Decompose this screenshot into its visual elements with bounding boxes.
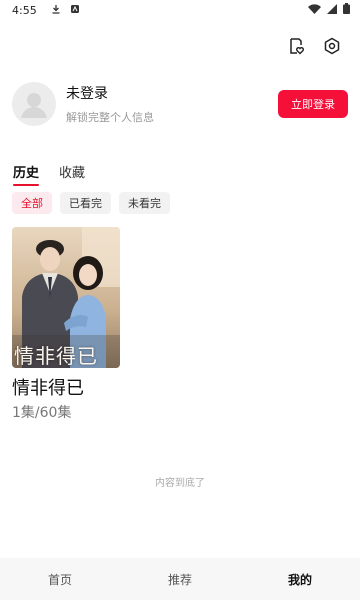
settings-hex-icon[interactable] [322,36,342,56]
status-time: 4:55 [12,3,37,17]
episode-progress: 1集/60集 [12,405,72,421]
avatar[interactable] [12,82,56,126]
download-icon [51,4,61,17]
tab-history[interactable]: 历史 [13,162,40,186]
filter-chips: 全部 已看完 未看完 [12,192,170,214]
profile-name[interactable]: 未登录 [66,83,154,103]
filter-finished[interactable]: 已看完 [60,192,111,214]
profile-section: 未登录 解锁完整个人信息 立即登录 [12,80,348,128]
login-button[interactable]: 立即登录 [278,90,348,118]
wifi-icon [308,3,321,17]
status-bar: 4:55 [0,0,360,20]
filter-unfinished[interactable]: 未看完 [119,192,170,214]
history-card[interactable]: 情非得已 1集/60集 [12,227,120,422]
poster-lettering: 情非得已 [14,344,98,368]
battery-icon [343,3,350,17]
filter-all[interactable]: 全部 [12,192,52,214]
app-notification-icon [70,4,80,17]
profile-subtitle: 解锁完整个人信息 [66,111,154,124]
bottom-nav: 首页 推荐 我的 [0,558,360,600]
history-heart-icon[interactable] [286,36,306,56]
nav-mine[interactable]: 我的 [240,558,360,600]
nav-recommend[interactable]: 推荐 [120,558,240,600]
content-tabs: 历史 收藏 [13,162,85,186]
nav-home[interactable]: 首页 [0,558,120,600]
end-of-content-text: 内容到底了 [155,478,205,489]
signal-icon [327,3,337,17]
tab-favorites[interactable]: 收藏 [59,162,85,185]
topbar-actions [286,36,342,56]
drama-title[interactable]: 情非得已 [12,374,120,400]
